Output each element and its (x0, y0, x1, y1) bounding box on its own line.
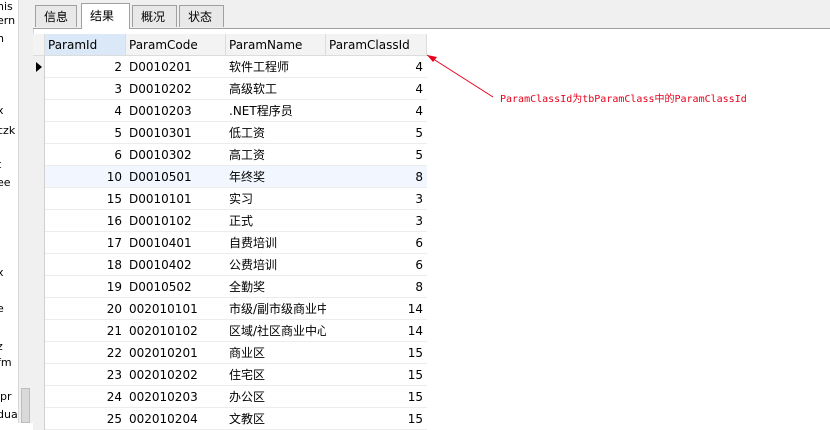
annotation-arrow (426, 54, 494, 98)
annotation-text: ParamClassId为tbParamClass中的ParamClassId (500, 94, 747, 105)
